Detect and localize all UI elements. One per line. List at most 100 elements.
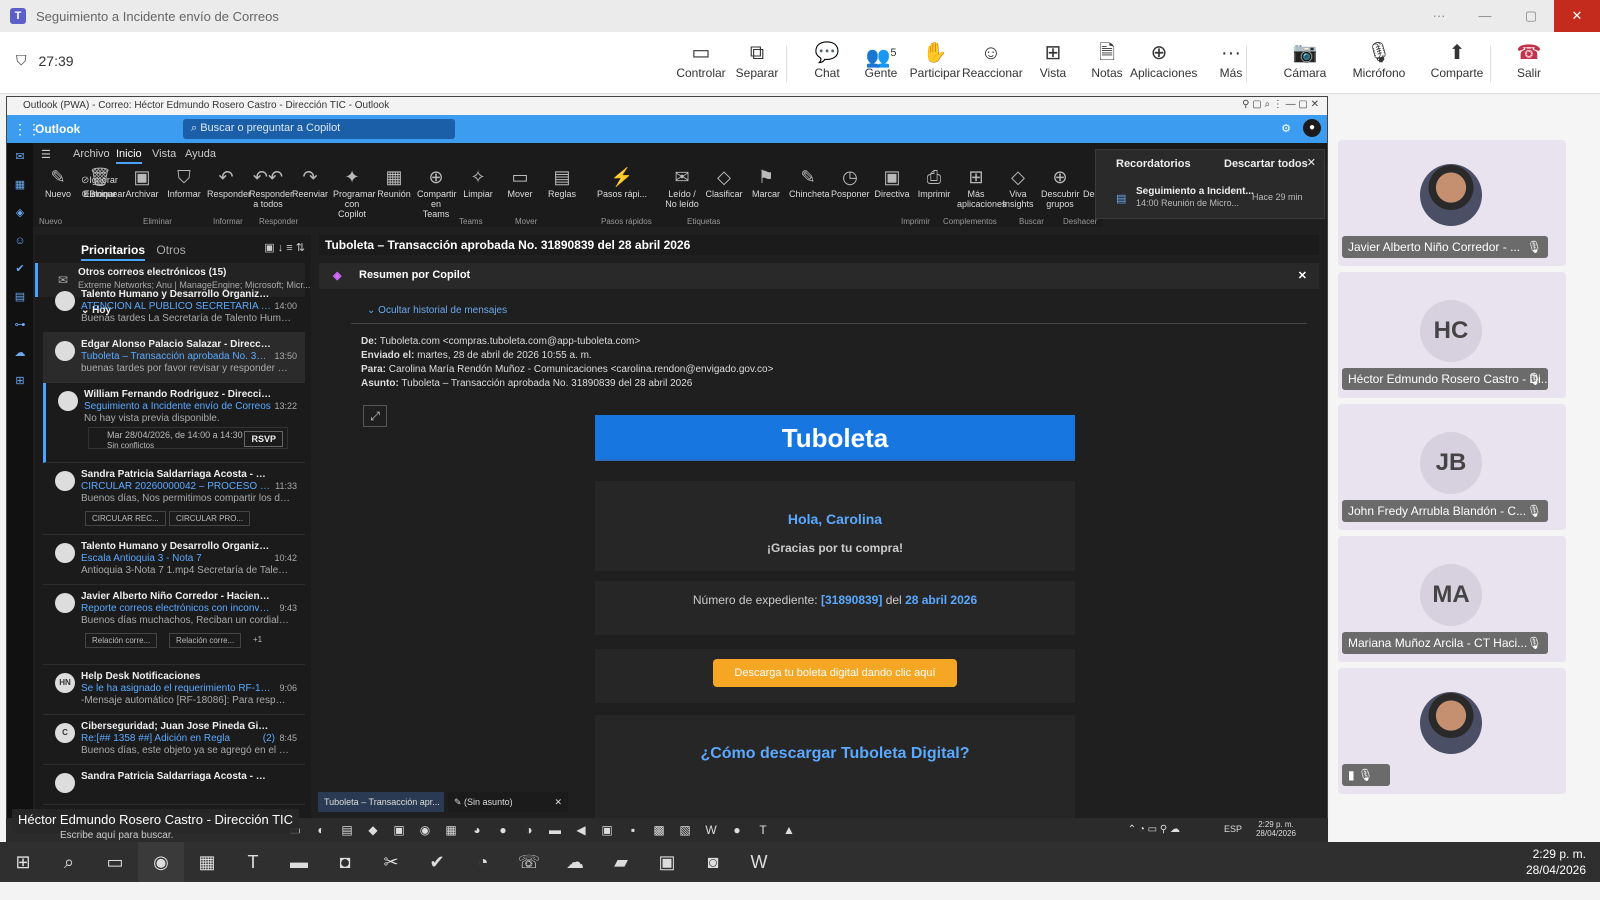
minimize-button[interactable]: —	[1462, 0, 1508, 32]
onedrive-icon[interactable]: ☁	[552, 842, 598, 882]
collapse-ribbon-icon[interactable]: ☰	[41, 148, 51, 161]
menu-ayuda[interactable]: Ayuda	[185, 148, 216, 160]
draft-tab-tuboleta[interactable]: Tuboleta – Transacción apr...	[318, 792, 444, 812]
files-icon[interactable]: ▤	[7, 283, 33, 311]
excel-icon[interactable]: ▦	[184, 842, 230, 882]
remote-search-box[interactable]: Escribe aquí para buscar.	[60, 830, 173, 841]
copilot-search-input[interactable]: ⌕ Buscar o preguntar a Copilot	[183, 119, 455, 139]
ribbon-btn-0[interactable]: ✎ Nuevo	[39, 165, 77, 199]
ribbon-btn-22[interactable]: ⎙ Imprimir	[915, 165, 953, 199]
dismiss-all-button[interactable]: Descartar todos	[1224, 158, 1308, 170]
participant-tile[interactable]: ▮ 🎙	[1338, 668, 1566, 794]
onedrive-icon[interactable]: ☁	[7, 339, 33, 367]
ribbon-btn-15[interactable]: ⚡ Pasos rápi...	[585, 165, 659, 199]
ribbon-btn-18[interactable]: ⚑ Marcar	[747, 165, 785, 199]
meeting-btn-view[interactable]: ⊞ Vista	[1024, 40, 1082, 80]
maximize-button[interactable]: ▢	[1508, 0, 1554, 32]
start-icon[interactable]: ⊞	[0, 842, 46, 882]
outlook-window-controls[interactable]: ⚲ ▢ ⌕ ⋮ — ▢ ✕	[1242, 99, 1319, 110]
tab-prioritarios[interactable]: Prioritarios	[81, 243, 146, 261]
meeting-btn-notes[interactable]: 🗎 Notas	[1078, 40, 1136, 80]
outlook-icon[interactable]: ◘	[322, 842, 368, 882]
ribbon-btn-12[interactable]: ✧ Limpiar	[459, 165, 497, 199]
remote-desktop-icon[interactable]: ▣	[644, 842, 690, 882]
attachment-chip[interactable]: Relación corre...	[85, 633, 158, 648]
list-item[interactable]: Edgar Alonso Palacio Salazar - Dirección…	[43, 333, 305, 383]
close-reminders-icon[interactable]: ✕	[1307, 156, 1316, 169]
file-explorer-icon[interactable]: ▬	[276, 842, 322, 882]
meeting-btn-raise-hand[interactable]: ✋ Participar	[906, 40, 964, 80]
list-item[interactable]: HN Help Desk Notificaciones Se le ha asi…	[43, 665, 305, 715]
ribbon-btn-13[interactable]: ▭ Mover	[501, 165, 539, 199]
mail-icon[interactable]: ✉	[7, 143, 33, 171]
expand-icon[interactable]: ⤢	[363, 405, 387, 427]
ribbon-btn-23[interactable]: ⊞ Más aplicaciones	[957, 165, 1007, 209]
participant-tile[interactable]: Javier Alberto Niño Corredor - ... 🎙	[1338, 140, 1566, 266]
attachment-more[interactable]: +1	[253, 635, 262, 644]
close-window-button[interactable]: ✕	[1554, 0, 1600, 32]
menu-archivo[interactable]: Archivo	[73, 148, 110, 160]
ribbon-btn-6[interactable]: ↶ Responder	[207, 165, 251, 199]
meeting-btn-camera-off[interactable]: 📷 Cámara	[1276, 40, 1334, 80]
ribbon-btn-10[interactable]: ▦ Reunión	[375, 165, 413, 199]
copilot-summary-bar[interactable]: ◈ Resumen por Copilot ✕	[319, 263, 1319, 289]
participant-tile[interactable]: MA Mariana Muñoz Arcila - CT Haci... 🎙	[1338, 536, 1566, 662]
ribbon-btn-7[interactable]: ↶↶ Responder a todos	[249, 165, 293, 209]
ribbon-btn-24[interactable]: ◇ Viva Insights	[999, 165, 1037, 209]
rsvp-button[interactable]: RSVP	[244, 431, 283, 447]
chrome-icon[interactable]: ◉	[138, 842, 184, 882]
list-tools-icons[interactable]: ▣ ↓ ≡ ⇅	[264, 241, 305, 254]
snipping-icon[interactable]: ✂	[368, 842, 414, 882]
more-options-icon[interactable]: ···	[1416, 0, 1462, 32]
notes-icon[interactable]: ▰	[598, 842, 644, 882]
download-ticket-button[interactable]: Descarga tu boleta digital dando clic aq…	[713, 659, 957, 687]
list-item[interactable]: Talento Humano y Desarrollo Organizacion…	[43, 535, 305, 585]
vpn-icon[interactable]: ◙	[690, 842, 736, 882]
meeting-btn-react[interactable]: ☺ Reaccionar	[962, 40, 1023, 80]
meeting-btn-apps[interactable]: ⊕ Aplicaciones	[1130, 40, 1197, 80]
hide-history-link[interactable]: ⌄ Ocultar historial de mensajes	[367, 305, 507, 316]
list-item[interactable]: Javier Alberto Niño Corredor - Hacienda.…	[43, 585, 305, 665]
participant-tile[interactable]: HC Héctor Edmundo Rosero Castro - Di... 🎙	[1338, 272, 1566, 398]
teams-icon[interactable]: T	[230, 842, 276, 882]
list-item[interactable]: Talento Humano y Desarrollo Organizacion…	[43, 283, 305, 333]
meeting-btn-more[interactable]: ··· Más	[1202, 40, 1260, 80]
draft-tab-sin-asunto[interactable]: ✎ (Sin asunto) ✕	[448, 792, 568, 812]
meeting-btn-people[interactable]: 👥5 Gente	[852, 40, 910, 80]
ribbon-btn-19[interactable]: ✎ Chincheta	[789, 165, 830, 199]
reminder-item-title[interactable]: Seguimiento a Incident...	[1136, 186, 1254, 197]
meeting-btn-share[interactable]: ⬆ Comparte	[1428, 40, 1486, 80]
meeting-btn-leave[interactable]: ☎ Salir	[1500, 40, 1558, 80]
ribbon-btn-20[interactable]: ◷ Posponer	[831, 165, 870, 199]
meeting-btn-popout[interactable]: ⧉ Separar	[728, 40, 786, 80]
ribbon-btn-8[interactable]: ↷ Reenviar	[291, 165, 329, 199]
task-view-icon[interactable]: ▭	[92, 842, 138, 882]
ribbon-btn-14[interactable]: ▤ Reglas	[543, 165, 581, 199]
calendar-icon[interactable]: ▦	[7, 171, 33, 199]
tab-otros[interactable]: Otros	[156, 243, 185, 257]
org-icon[interactable]: ⊶	[7, 311, 33, 339]
search-icon[interactable]: ⌕	[46, 842, 92, 882]
people-icon[interactable]: ☺	[7, 227, 33, 255]
ribbon-btn-17[interactable]: ◇ Clasificar	[705, 165, 743, 199]
list-item[interactable]: Sandra Patricia Saldarriaga Acosta - Hac…	[43, 765, 305, 805]
ribbon-btn-4[interactable]: ▣ Archivar	[123, 165, 161, 199]
close-copilot-icon[interactable]: ✕	[1298, 269, 1307, 282]
tray-icons[interactable]: ⌃ ◔ ▭ ⚲ ☁	[1128, 824, 1180, 835]
ribbon-btn-3[interactable]: 🗑 Eliminar	[81, 165, 119, 199]
participant-tile[interactable]: JB John Fredy Arrubla Blandón - C... 🎙	[1338, 404, 1566, 530]
whatsapp-business-icon[interactable]: ◔	[460, 842, 506, 882]
header-icons[interactable]: ⚙	[1281, 122, 1291, 135]
ribbon-btn-9[interactable]: ✦ Programar con Copilot	[333, 165, 376, 219]
ribbon-btn-21[interactable]: ▣ Directiva	[873, 165, 911, 199]
word-icon[interactable]: W	[736, 842, 782, 882]
attachment-chip[interactable]: CIRCULAR REC...	[85, 511, 166, 526]
more-apps-icon[interactable]: ⊞	[7, 367, 33, 395]
ribbon-btn-5[interactable]: ⛉ Informar	[165, 165, 203, 199]
whatsapp-icon[interactable]: ☏	[506, 842, 552, 882]
menu-vista[interactable]: Vista	[152, 148, 176, 160]
attachment-chip[interactable]: CIRCULAR PRO...	[169, 511, 251, 526]
list-item[interactable]: William Fernando Rodriguez - Dirección d…	[43, 383, 305, 463]
avatar[interactable]: ●	[1303, 119, 1321, 137]
ribbon-btn-25[interactable]: ⊕ Descubrir grupos	[1041, 165, 1080, 209]
